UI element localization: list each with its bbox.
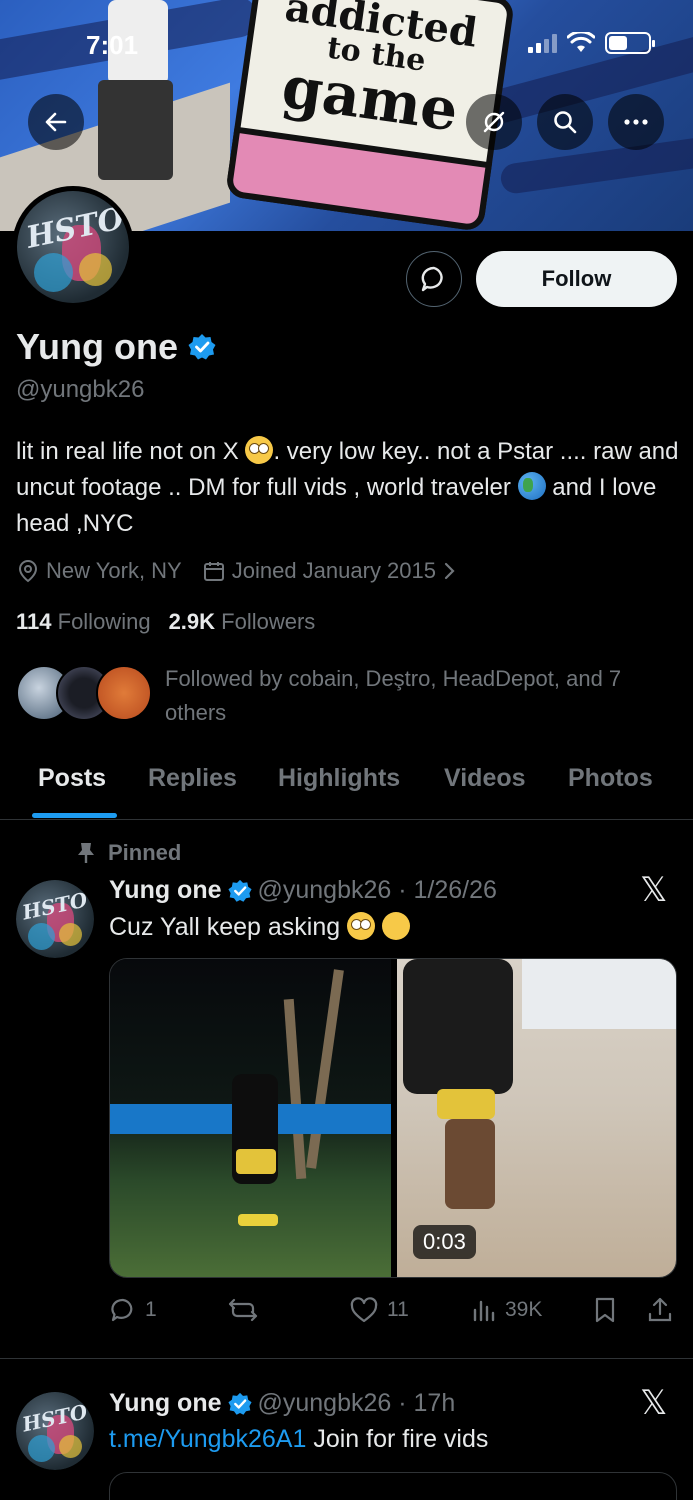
verified-badge-icon [227,1392,252,1415]
profile-tabs: Posts Replies Highlights Videos Photos [0,750,693,820]
follow-button[interactable]: Follow [476,251,677,307]
status-bar: 7:01 [0,0,693,90]
repost-icon [228,1298,258,1322]
x-logo-icon[interactable]: 𝕏 [640,870,667,910]
profile-avatar[interactable]: HSTO [12,186,134,308]
like-button[interactable]: 11 [349,1296,409,1324]
profile-meta: New York, NY Joined January 2015 [16,558,458,584]
post-text: Cuz Yall keep asking [109,912,411,942]
post-text: t.me/Yungbk26A1 Join for fire vids [109,1425,489,1453]
message-bubble-icon [421,266,443,292]
post-header: Yung one @yungbk26 · 17h [109,1389,455,1418]
share-icon [648,1297,672,1322]
profile-handle: @yungbk26 [16,376,145,403]
tab-replies[interactable]: Replies [148,764,237,793]
laughing-face-icon [382,912,411,940]
post-header: Yung one @yungbk26 · 1/26/26 [109,876,497,905]
profile-name: Yung one [16,326,178,367]
reply-button[interactable]: 1 [109,1296,157,1324]
location-pin-icon [18,559,38,583]
profile-joined: Joined January 2015 [231,558,436,583]
profile-name-row: Yung one [16,326,216,368]
verified-badge-icon [188,334,216,360]
back-button[interactable] [28,94,84,150]
grok-icon [483,111,505,133]
search-button[interactable] [537,94,593,150]
active-tab-indicator [32,813,117,818]
x-logo-icon[interactable]: 𝕏 [640,1383,667,1423]
tab-videos[interactable]: Videos [444,764,526,793]
profile-location: New York, NY [46,558,182,583]
profile-bio: lit in real life not on X . very low key… [16,436,679,537]
views-button[interactable]: 39K [471,1296,542,1324]
repost-button[interactable] [227,1296,267,1324]
wifi-icon [567,32,595,52]
link-preview-card[interactable] [109,1472,677,1500]
pin-icon [78,843,94,863]
bookmark-icon [595,1297,615,1323]
post-actions: 1 11 39K [109,1290,677,1330]
post-photo[interactable] [110,959,391,1277]
followed-by-avatars[interactable] [16,662,156,722]
more-options-button[interactable] [608,94,664,150]
tab-posts[interactable]: Posts [38,764,106,793]
face-eye-roll-icon [245,436,274,464]
follow-counts: 114 Following 2.9K Followers [16,609,315,635]
post-handle-time: @yungbk26 · 17h [257,1389,456,1417]
post-media-grid[interactable]: 0:03 [109,958,677,1278]
search-icon [554,111,577,134]
tab-highlights[interactable]: Highlights [278,764,400,793]
more-horizontal-icon [624,119,648,125]
globe-icon [517,472,546,500]
chevron-right-icon [444,562,455,580]
post-author-name[interactable]: Yung one [109,876,222,905]
battery-icon [605,32,655,54]
analytics-bars-icon [473,1300,495,1322]
calendar-icon [203,562,224,581]
following-link[interactable]: 114 Following [16,609,151,635]
post-divider [0,1358,693,1359]
followed-by-text[interactable]: Followed by cobain, Deştro, HeadDepot, a… [165,662,665,730]
face-eye-roll-icon [347,912,376,940]
share-button[interactable] [647,1296,673,1324]
video-duration: 0:03 [413,1225,476,1259]
post-author-name[interactable]: Yung one [109,1389,222,1418]
tab-photos[interactable]: Photos [568,764,653,793]
pinned-label: Pinned [76,840,181,866]
status-time: 7:01 [86,30,139,60]
verified-badge-icon [227,879,252,902]
post-author-avatar[interactable]: HSTO [16,1392,94,1470]
followers-link[interactable]: 2.9K Followers [169,609,316,635]
post-link[interactable]: t.me/Yungbk26A1 [109,1425,306,1453]
message-button[interactable] [406,251,462,307]
arrow-left-icon [45,112,67,132]
heart-icon [350,1297,378,1323]
follower-avatar [96,665,152,721]
reply-icon [111,1298,133,1322]
joined-date-link[interactable]: Joined January 2015 [202,558,458,584]
cellular-signal-icon [528,33,557,53]
post-video[interactable]: 0:03 [397,959,676,1277]
post-handle-time: @yungbk26 · 1/26/26 [257,876,497,904]
bookmark-button[interactable] [593,1296,617,1324]
grok-button[interactable] [466,94,522,150]
post-author-avatar[interactable]: HSTO [16,880,94,958]
